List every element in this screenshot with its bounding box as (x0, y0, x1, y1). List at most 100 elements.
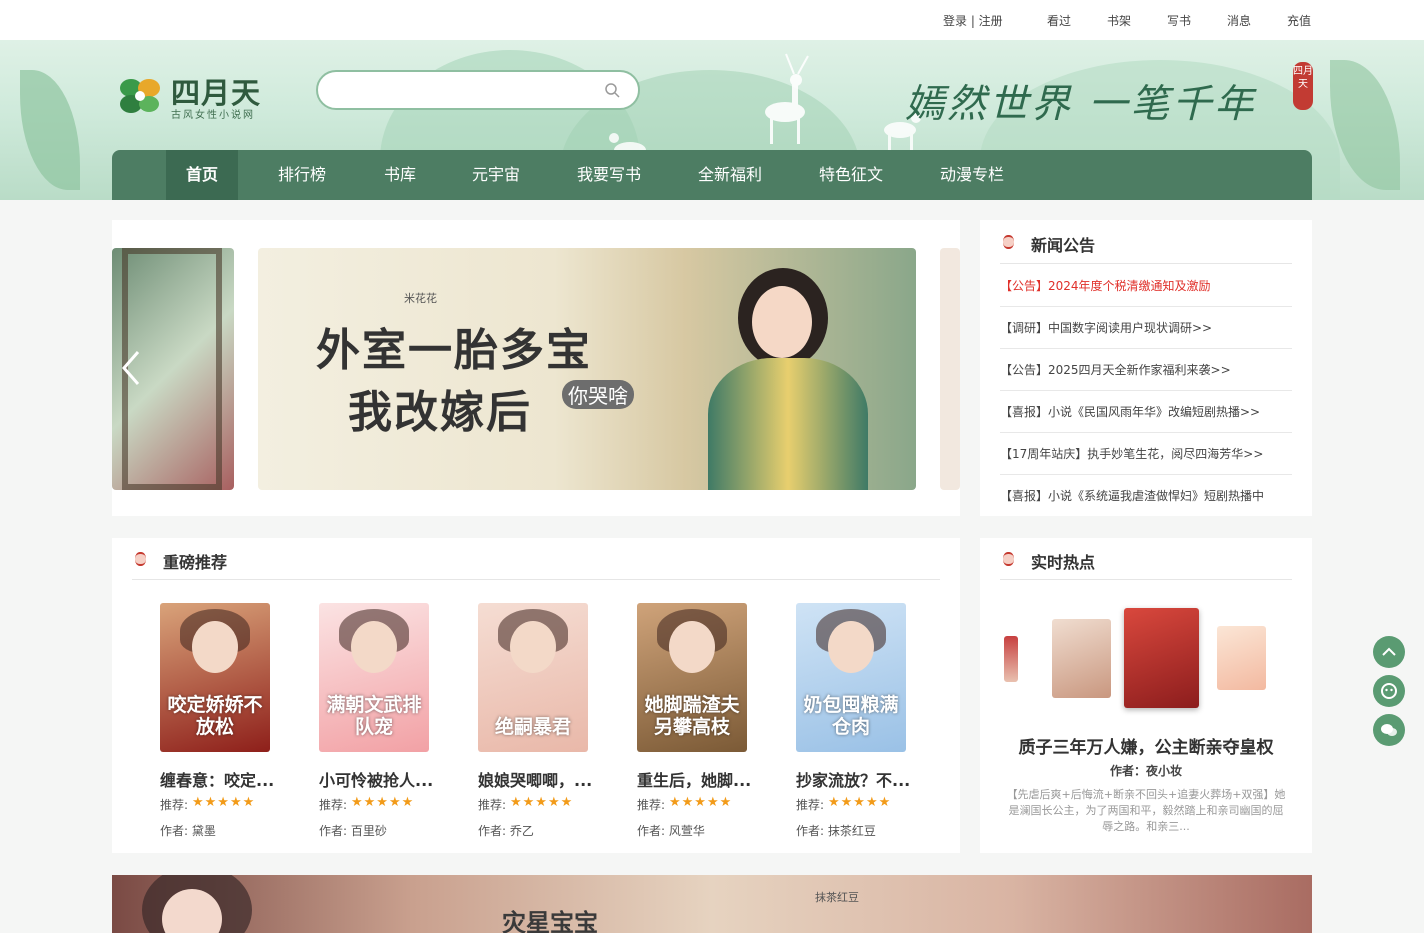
book-author-label: 作者: (637, 824, 666, 838)
nav-benefits[interactable]: 全新福利 (698, 150, 762, 200)
rating-stars-icon: ★★★★★ (828, 795, 892, 810)
book-cover-title: 满朝文武排队宠 (326, 694, 422, 738)
hot-book-title[interactable]: 质子三年万人嫌，公主断亲夺皇权 (980, 733, 1312, 758)
news-title: 新闻公告 (1031, 236, 1096, 255)
banner-title-tag: 你哭啥 (562, 380, 634, 409)
site-logo[interactable]: 四月天 古风女性小说网 (117, 70, 267, 121)
nav-library[interactable]: 书库 (384, 150, 416, 200)
book-recommend-label: 推荐: (478, 798, 507, 812)
seal-stamp: 四月天 (1293, 62, 1313, 110)
news-item[interactable]: 【公告】2024年度个税清缴通知及激励 (1000, 265, 1292, 307)
news-item[interactable]: 【17周年站庆】执手妙笔生花，阅尽四海芳华>> (1000, 433, 1292, 475)
book-author-label: 作者: (796, 824, 825, 838)
rating-stars-icon: ★★★★★ (192, 795, 256, 810)
wechat-icon (1381, 724, 1397, 736)
nav-rankings[interactable]: 排行榜 (278, 150, 326, 200)
leaf-decoration (1330, 60, 1400, 190)
hot-cover-thumb[interactable] (1004, 636, 1018, 682)
deer-illustration (765, 53, 809, 144)
book-recommend-label: 推荐: (637, 798, 666, 812)
search-input[interactable] (332, 80, 592, 100)
lantern-icon (1003, 235, 1014, 249)
divider (1000, 263, 1292, 264)
book-recommend-label: 推荐: (796, 798, 825, 812)
wechat-button[interactable] (1373, 714, 1405, 746)
login-register-link[interactable]: 登录 | 注册 (943, 12, 1003, 29)
recommend-title: 重磅推荐 (163, 553, 228, 572)
carousel-main-slide[interactable]: 米花花 外室一胎多宝 我改嫁后 你哭啥 (258, 248, 916, 490)
book-author-name[interactable]: 抹茶红豆 (828, 824, 876, 838)
nav-contest[interactable]: 特色征文 (819, 150, 883, 200)
book-title[interactable]: 小可怜被抢人... (319, 767, 433, 791)
rating-stars-icon: ★★★★★ (351, 795, 415, 810)
carousel-panel: 米花花 外室一胎多宝 我改嫁后 你哭啥 (112, 220, 960, 516)
book-title[interactable]: 重生后，她脚... (637, 767, 751, 791)
chat-face-icon (1381, 683, 1397, 699)
search-icon[interactable] (604, 82, 620, 98)
book-author-name[interactable]: 黛墨 (192, 824, 216, 838)
header-slogan: 嫣然世界 一笔千年 (905, 82, 1257, 127)
hot-title: 实时热点 (1031, 553, 1096, 572)
banner-title-line2: 我改嫁后 (348, 387, 532, 438)
write-link[interactable]: 写书 (1167, 12, 1191, 29)
recharge-link[interactable]: 充值 (1287, 12, 1311, 29)
nav-metaverse[interactable]: 元宇宙 (472, 150, 520, 200)
clover-logo-icon (120, 79, 160, 113)
news-item[interactable]: 【调研】中国数字阅读用户现状调研>> (1000, 307, 1292, 349)
book-recommend-label: 推荐: (160, 798, 189, 812)
book-title[interactable]: 缠春意：咬定... (160, 767, 274, 791)
leaf-decoration (20, 70, 80, 190)
news-item[interactable]: 【喜报】小说《民国风雨年华》改编短剧热播>> (1000, 391, 1292, 433)
bottom-promo-banner[interactable]: 抹茶红豆 灾星宝宝 (112, 875, 1312, 933)
book-title[interactable]: 抄家流放？不... (796, 767, 910, 791)
hot-cover-thumb[interactable] (1217, 626, 1266, 690)
book-cover[interactable]: 绝嗣暴君 (478, 603, 588, 752)
book-cover-title: 咬定娇娇不放松 (167, 694, 263, 738)
bottom-banner-text: 灾星宝宝 (502, 908, 598, 933)
top-bar: 登录 | 注册 看过 书架 写书 消息 充值 (0, 0, 1424, 40)
customer-service-button[interactable] (1373, 675, 1405, 707)
main-nav: 首页 排行榜 书库 元宇宙 我要写书 全新福利 特色征文 动漫专栏 (112, 150, 1312, 200)
nav-write-book[interactable]: 我要写书 (577, 150, 641, 200)
book-author-name[interactable]: 风萱华 (669, 824, 705, 838)
book-cover-title: 她脚踹渣夫另攀高枝 (644, 694, 740, 738)
book-cover-title: 奶包囤粮满仓肉 (803, 694, 899, 738)
divider (1000, 579, 1292, 580)
hot-cover-thumb[interactable] (1052, 619, 1111, 698)
search-box[interactable] (316, 70, 640, 110)
banner-author: 米花花 (404, 292, 437, 305)
news-item[interactable]: 【喜报】小说《系统逼我虐渣做悍妇》短剧热播中 (1000, 475, 1292, 517)
book-author: 作者: 风萱华 (637, 822, 705, 839)
book-author: 作者: 抹茶红豆 (796, 822, 876, 839)
book-cover[interactable]: 她脚踹渣夫另攀高枝 (637, 603, 747, 752)
nav-home[interactable]: 首页 (166, 150, 238, 200)
carousel-prev-slide[interactable] (112, 248, 234, 490)
hot-cover-selected[interactable] (1124, 608, 1199, 708)
banner-illustration (668, 248, 916, 490)
divider (132, 579, 940, 580)
news-item[interactable]: 【公告】2025四月天全新作家福利来袭>> (1000, 349, 1292, 391)
book-author-name[interactable]: 乔乙 (510, 824, 534, 838)
book-author-label: 作者: (160, 824, 189, 838)
book-cover[interactable]: 咬定娇娇不放松 (160, 603, 270, 752)
chevron-left-icon[interactable] (116, 348, 146, 388)
book-cover[interactable]: 奶包囤粮满仓肉 (796, 603, 906, 752)
back-to-top-button[interactable] (1373, 636, 1405, 668)
rating-stars-icon: ★★★★★ (669, 795, 733, 810)
bookshelf-link[interactable]: 书架 (1107, 12, 1131, 29)
book-recommend-label: 推荐: (319, 798, 348, 812)
book-cover[interactable]: 满朝文武排队宠 (319, 603, 429, 752)
messages-link[interactable]: 消息 (1227, 12, 1251, 29)
book-author: 作者: 黛墨 (160, 822, 216, 839)
book-cover-title: 绝嗣暴君 (494, 716, 571, 738)
bottom-banner-author: 抹茶红豆 (815, 891, 859, 904)
book-author-name[interactable]: 百里砂 (351, 824, 387, 838)
chevron-up-icon (1382, 647, 1396, 656)
book-author: 作者: 百里砂 (319, 822, 387, 839)
carousel-next-slide[interactable] (940, 248, 960, 490)
book-title[interactable]: 娘娘哭唧唧，... (478, 767, 592, 791)
history-link[interactable]: 看过 (1047, 12, 1071, 29)
rating-stars-icon: ★★★★★ (510, 795, 574, 810)
book-author-label: 作者: (319, 824, 348, 838)
nav-anime[interactable]: 动漫专栏 (940, 150, 1004, 200)
